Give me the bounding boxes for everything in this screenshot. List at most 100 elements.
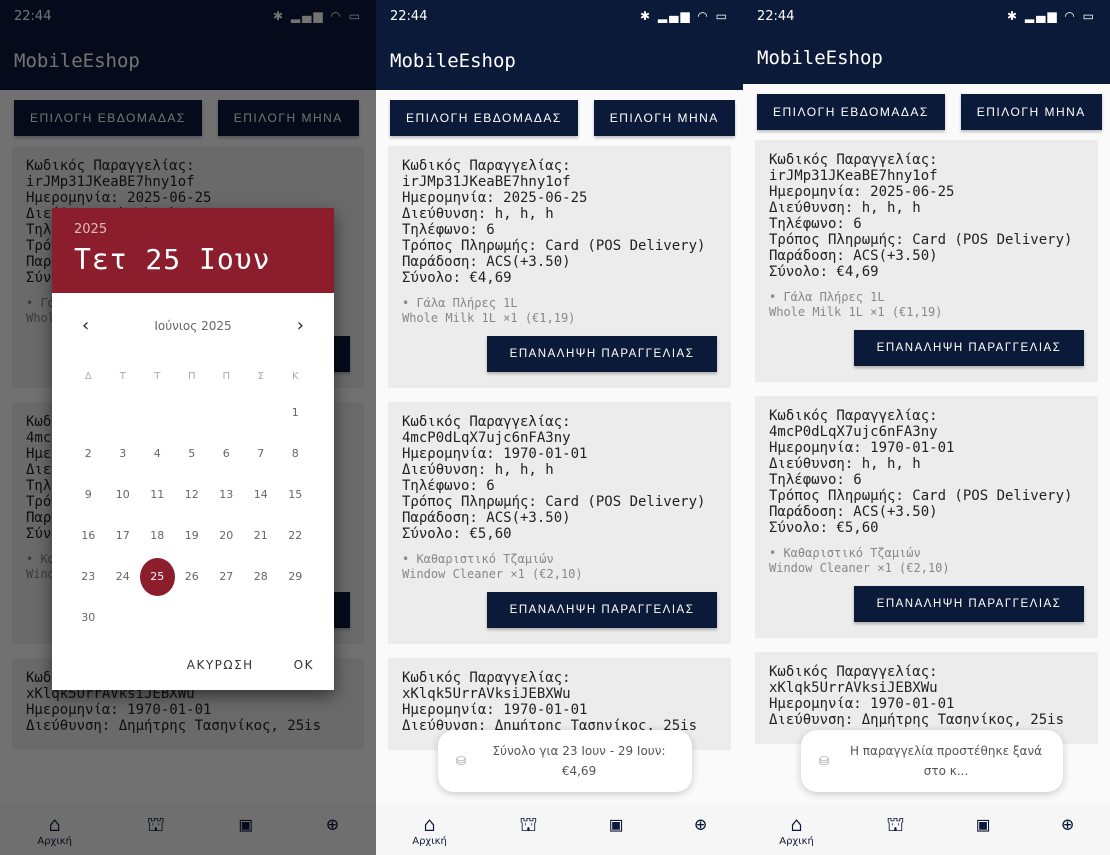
calendar-day[interactable]: 24 bbox=[106, 556, 141, 597]
order-total: Σύνολο: €4,69 bbox=[402, 270, 512, 286]
calendar-day[interactable]: 21 bbox=[244, 515, 279, 556]
calendar-day[interactable]: 5 bbox=[175, 433, 210, 474]
status-time: 22:44 bbox=[757, 8, 795, 24]
calendar-day[interactable]: 28 bbox=[244, 556, 279, 597]
calendar-empty-cell bbox=[106, 392, 141, 433]
calendar-empty-cell bbox=[175, 392, 210, 433]
select-month-button[interactable]: ΕΠΙΛΟΓΗ ΜΗΝΑ bbox=[960, 94, 1102, 130]
order-delivery: Παράδοση: ACS(+3.50) bbox=[402, 254, 571, 270]
order-item-name: • Καθαριστικό Τζαμιών bbox=[402, 552, 554, 566]
picker-year[interactable]: 2025 bbox=[74, 222, 312, 237]
order-address: Διεύθυνση: Δημήτρης Τασηνίκος, 25is bbox=[769, 712, 1065, 728]
calendar-day[interactable]: 11 bbox=[140, 474, 175, 515]
weekday-label: Π bbox=[222, 370, 231, 382]
weekday-label: Π bbox=[187, 370, 196, 382]
order-total: Σύνολο: €5,60 bbox=[769, 520, 879, 536]
ok-button[interactable]: OK bbox=[294, 658, 314, 672]
order-date: Ημερομηνία: 2025-06-25 bbox=[402, 190, 588, 206]
order-item-name: • Γάλα Πλήρες 1L bbox=[769, 290, 885, 304]
order-payment: Τρόπος Πληρωμής: Card (POS Delivery) bbox=[402, 238, 706, 254]
order-phone: Τηλέφωνο: 6 bbox=[402, 222, 495, 238]
reorder-added-toast: ⛁ Η παραγγελία προστέθηκε ξανά στο κ... bbox=[801, 730, 1063, 792]
order-address: Διεύθυνση: h, h, h bbox=[769, 200, 921, 216]
calendar-day[interactable]: 10 bbox=[106, 474, 141, 515]
order-card: Κωδικός Παραγγελίας: irJMp31JKeaBE7hny1o… bbox=[388, 146, 731, 388]
weekday-label: Κ bbox=[291, 370, 299, 382]
date-picker-header: 2025 Τετ 25 Ιουν bbox=[52, 208, 334, 293]
reorder-button[interactable]: ΕΠΑΝΑΛΗΨΗ ΠΑΡΑΓΓΕΛΙΑΣ bbox=[487, 592, 717, 628]
calendar-day[interactable]: 1 bbox=[278, 392, 313, 433]
order-payment: Τρόπος Πληρωμής: Card (POS Delivery) bbox=[769, 232, 1073, 248]
order-card: Κωδικός Παραγγελίας: 4mcP0dLqX7ujc6nFA3n… bbox=[755, 396, 1098, 638]
calendar-day[interactable]: 16 bbox=[71, 515, 106, 556]
order-payment: Τρόπος Πληρωμής: Card (POS Delivery) bbox=[402, 494, 706, 510]
select-week-button[interactable]: ΕΠΙΛΟΓΗ ΕΒΔΟΜΑΔΑΣ bbox=[757, 94, 945, 130]
calendar-day[interactable]: 2 bbox=[71, 433, 106, 474]
nav-home[interactable]: ⌂ Αρχική bbox=[412, 813, 447, 849]
order-date: Ημερομηνία: 2025-06-25 bbox=[769, 184, 955, 200]
select-week-button[interactable]: ΕΠΙΛΟΓΗ ΕΒΔΟΜΑΔΑΣ bbox=[390, 100, 578, 136]
calendar-day[interactable]: 20 bbox=[209, 515, 244, 556]
order-code-label: Κωδικός Παραγγελίας: bbox=[402, 670, 571, 686]
status-icons: ✱ ▂▄▆ ◠ ▭ bbox=[640, 9, 729, 23]
calendar-day[interactable]: 27 bbox=[209, 556, 244, 597]
nav-home-label: Αρχική bbox=[779, 836, 814, 847]
calendar-day[interactable]: 18 bbox=[140, 515, 175, 556]
calendar-day[interactable]: 26 bbox=[175, 556, 210, 597]
calendar-day[interactable]: 4 bbox=[140, 433, 175, 474]
calendar-empty-cell bbox=[244, 392, 279, 433]
nav-home[interactable]: ⌂ Αρχική bbox=[779, 813, 814, 849]
calendar-day[interactable]: 15 bbox=[278, 474, 313, 515]
status-time: 22:44 bbox=[390, 8, 428, 24]
nav-profile[interactable]: ▣ bbox=[977, 813, 989, 835]
reorder-button[interactable]: ΕΠΑΝΑΛΗΨΗ ΠΑΡΑΓΓΕΛΙΑΣ bbox=[854, 330, 1084, 366]
order-code-label: Κωδικός Παραγγελίας: bbox=[402, 414, 571, 430]
calendar-day[interactable]: 9 bbox=[71, 474, 106, 515]
nav-profile[interactable]: ▣ bbox=[610, 813, 622, 835]
calendar-day[interactable]: 8 bbox=[278, 433, 313, 474]
calendar-day[interactable]: 3 bbox=[106, 433, 141, 474]
calendar-empty-cell bbox=[209, 392, 244, 433]
chevron-left-icon[interactable]: ‹ bbox=[82, 315, 89, 336]
order-code-label: Κωδικός Παραγγελίας: bbox=[769, 664, 938, 680]
cancel-button[interactable]: ΑΚΥΡΩΣΗ bbox=[187, 658, 254, 672]
calendar-day[interactable]: 22 bbox=[278, 515, 313, 556]
nav-shop[interactable]: ⛫ bbox=[886, 813, 904, 835]
order-code-label: Κωδικός Παραγγελίας: bbox=[402, 158, 571, 174]
order-delivery: Παράδοση: ACS(+3.50) bbox=[769, 504, 938, 520]
calendar-day[interactable]: 7 bbox=[244, 433, 279, 474]
order-code-label: Κωδικός Παραγγελίας: bbox=[769, 152, 938, 168]
picker-selected-date: Τετ 25 Ιουν bbox=[74, 243, 271, 276]
shop-icon: ⛫ bbox=[519, 812, 538, 836]
calendar-day-selected[interactable]: 25 bbox=[140, 556, 175, 597]
nav-home-label: Αρχική bbox=[412, 836, 447, 847]
calendar-day[interactable]: 14 bbox=[244, 474, 279, 515]
calendar-grid: Δ Τ Τ Π Π Σ Κ 1 2 3 4 5 6 7 8 9 10 11 12 13 14 15 16 17 18 19 20 21… bbox=[52, 336, 334, 638]
status-icons: ✱ ▂▄▆ ◠ ▭ bbox=[1007, 9, 1096, 23]
calendar-day[interactable]: 23 bbox=[71, 556, 106, 597]
chevron-right-icon[interactable]: › bbox=[297, 315, 304, 336]
profile-card-icon: ▣ bbox=[610, 812, 623, 836]
order-code: irJMp31JKeaBE7hny1of bbox=[402, 174, 571, 190]
calendar-day[interactable]: 19 bbox=[175, 515, 210, 556]
profile-card-icon: ▣ bbox=[977, 812, 990, 836]
calendar-day[interactable]: 6 bbox=[209, 433, 244, 474]
home-icon: ⌂ bbox=[790, 812, 803, 836]
date-picker-dialog: 2025 Τετ 25 Ιουν ‹ Ιούνιος 2025 › ΔΤΤΠΠΣ… bbox=[52, 208, 334, 690]
weekday-label: Τ bbox=[119, 370, 126, 382]
calendar-day[interactable]: 29 bbox=[278, 556, 313, 597]
calendar-day[interactable]: 17 bbox=[106, 515, 141, 556]
nav-language[interactable]: ⊕ bbox=[1062, 813, 1074, 835]
weekday-label: Τ bbox=[154, 370, 161, 382]
reorder-button[interactable]: ΕΠΑΝΑΛΗΨΗ ΠΑΡΑΓΓΕΛΙΑΣ bbox=[487, 336, 717, 372]
reorder-button[interactable]: ΕΠΑΝΑΛΗΨΗ ΠΑΡΑΓΓΕΛΙΑΣ bbox=[854, 586, 1084, 622]
nav-shop[interactable]: ⛫ bbox=[519, 813, 537, 835]
order-code-label: Κωδικός Παραγγελίας: bbox=[769, 408, 938, 424]
calendar-day[interactable]: 13 bbox=[209, 474, 244, 515]
select-month-button[interactable]: ΕΠΙΛΟΓΗ ΜΗΝΑ bbox=[593, 100, 735, 136]
order-phone: Τηλέφωνο: 6 bbox=[769, 216, 862, 232]
calendar-day[interactable]: 30 bbox=[71, 597, 106, 638]
calendar-empty-cell bbox=[140, 392, 175, 433]
calendar-day[interactable]: 12 bbox=[175, 474, 210, 515]
nav-language[interactable]: ⊕ bbox=[695, 813, 707, 835]
